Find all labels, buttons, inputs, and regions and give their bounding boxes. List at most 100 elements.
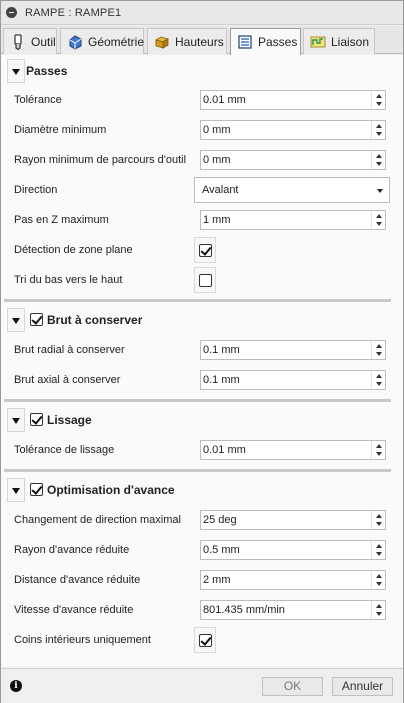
- direction-label: Direction: [14, 184, 58, 196]
- spin-down-icon[interactable]: [376, 552, 382, 556]
- tolerance-input[interactable]: [201, 91, 371, 109]
- collapse-icon[interactable]: [6, 7, 17, 18]
- linking-icon: [310, 36, 326, 48]
- tolerance-field[interactable]: [200, 90, 386, 110]
- spin-down-icon[interactable]: [376, 222, 382, 226]
- collapse-triangle-icon[interactable]: [7, 59, 25, 83]
- spin-up-icon[interactable]: [376, 574, 382, 578]
- tab-passes[interactable]: Passes: [230, 28, 301, 55]
- spin-down-icon[interactable]: [376, 582, 382, 586]
- tab-label: Géométrie: [88, 35, 145, 49]
- tool-icon: [14, 34, 22, 50]
- spin-down-icon[interactable]: [376, 102, 382, 106]
- spinner[interactable]: [371, 441, 385, 459]
- bottom-up-checkbox[interactable]: [199, 274, 212, 287]
- cancel-button[interactable]: Annuler: [332, 677, 393, 696]
- passes-panel: Passes Tolérance Diamètre minimum Rayon …: [1, 55, 403, 667]
- reduced-feed-radius-input[interactable]: [201, 541, 371, 559]
- min-radius-label: Rayon minimum de parcours d'outil: [14, 154, 187, 166]
- spin-down-icon[interactable]: [376, 612, 382, 616]
- reduced-feed-distance-label: Distance d'avance réduite: [14, 574, 141, 586]
- spinner[interactable]: [371, 541, 385, 559]
- spin-up-icon[interactable]: [376, 604, 382, 608]
- spinner[interactable]: [371, 121, 385, 139]
- smoothing-tolerance-input[interactable]: [201, 441, 371, 459]
- min-diameter-input[interactable]: [201, 121, 371, 139]
- spin-up-icon[interactable]: [376, 94, 382, 98]
- reduced-feedrate-field[interactable]: [200, 600, 386, 620]
- reduced-feed-radius-field[interactable]: [200, 540, 386, 560]
- spin-down-icon[interactable]: [376, 132, 382, 136]
- geometry-icon: [69, 35, 82, 50]
- collapse-triangle-icon[interactable]: [7, 478, 25, 502]
- flat-detection-checkbox[interactable]: [199, 244, 212, 257]
- reduced-feedrate-input[interactable]: [201, 601, 371, 619]
- section-smoothing-header[interactable]: Lissage: [7, 408, 397, 432]
- spin-up-icon[interactable]: [376, 544, 382, 548]
- max-direction-change-label: Changement de direction maximal: [14, 514, 181, 526]
- min-radius-field[interactable]: [200, 150, 386, 170]
- spinner[interactable]: [371, 571, 385, 589]
- min-diameter-field[interactable]: [200, 120, 386, 140]
- max-stepdown-input[interactable]: [201, 211, 371, 229]
- spinner[interactable]: [371, 341, 385, 359]
- spin-down-icon[interactable]: [376, 452, 382, 456]
- spin-up-icon[interactable]: [376, 124, 382, 128]
- spin-up-icon[interactable]: [376, 214, 382, 218]
- info-icon[interactable]: i: [10, 680, 22, 692]
- axial-stock-input[interactable]: [201, 371, 371, 389]
- spinner[interactable]: [371, 601, 385, 619]
- direction-value: Avalant: [202, 184, 239, 196]
- spinner[interactable]: [371, 151, 385, 169]
- inner-corners-checkbox-cell: [194, 627, 216, 653]
- min-diameter-label: Diamètre minimum: [14, 124, 107, 136]
- reduced-feed-radius-label: Rayon d'avance réduite: [14, 544, 130, 556]
- feed-optimization-checkbox[interactable]: [30, 483, 43, 496]
- tab-geometrie[interactable]: Géométrie: [60, 28, 144, 54]
- tab-liaison[interactable]: Liaison: [303, 28, 375, 54]
- section-title: Brut à conserver: [47, 313, 143, 327]
- max-direction-change-input[interactable]: [201, 511, 371, 529]
- spin-down-icon[interactable]: [376, 522, 382, 526]
- collapse-triangle-icon[interactable]: [7, 408, 25, 432]
- radial-stock-field[interactable]: [200, 340, 386, 360]
- axial-stock-field[interactable]: [200, 370, 386, 390]
- spinner[interactable]: [371, 371, 385, 389]
- max-stepdown-field[interactable]: [200, 210, 386, 230]
- spin-up-icon[interactable]: [376, 154, 382, 158]
- smoothing-checkbox[interactable]: [30, 413, 43, 426]
- spin-down-icon[interactable]: [376, 162, 382, 166]
- inner-corners-checkbox[interactable]: [199, 634, 212, 647]
- tab-outil[interactable]: Outil: [3, 28, 57, 54]
- section-feed-optimization-header[interactable]: Optimisation d'avance: [7, 478, 397, 502]
- ok-button[interactable]: OK: [262, 677, 323, 696]
- radial-stock-input[interactable]: [201, 341, 371, 359]
- reduced-feed-distance-input[interactable]: [201, 571, 371, 589]
- bottom-up-label: Tri du bas vers le haut: [14, 274, 123, 286]
- stock-to-leave-checkbox[interactable]: [30, 313, 43, 326]
- tab-bar: Outil Géométrie Hauteurs Passes Liaison: [1, 26, 403, 55]
- section-stock-header[interactable]: Brut à conserver: [7, 308, 397, 332]
- reduced-feed-distance-field[interactable]: [200, 570, 386, 590]
- spin-down-icon[interactable]: [376, 352, 382, 356]
- spinner[interactable]: [371, 511, 385, 529]
- spin-up-icon[interactable]: [376, 344, 382, 348]
- window-title: RAMPE : RAMPE1: [25, 7, 122, 19]
- spinner[interactable]: [371, 211, 385, 229]
- max-direction-change-field[interactable]: [200, 510, 386, 530]
- spin-down-icon[interactable]: [376, 382, 382, 386]
- section-passes-header[interactable]: Passes: [7, 59, 397, 83]
- radial-stock-label: Brut radial à conserver: [14, 344, 125, 356]
- spin-up-icon[interactable]: [376, 374, 382, 378]
- direction-select[interactable]: Avalant: [194, 177, 390, 203]
- collapse-triangle-icon[interactable]: [7, 308, 25, 332]
- section-checkbox-cell: [27, 478, 46, 502]
- tab-hauteurs[interactable]: Hauteurs: [147, 28, 227, 54]
- spin-up-icon[interactable]: [376, 444, 382, 448]
- spinner[interactable]: [371, 91, 385, 109]
- title-bar[interactable]: RAMPE : RAMPE1: [1, 1, 403, 25]
- min-radius-input[interactable]: [201, 151, 371, 169]
- spin-up-icon[interactable]: [376, 514, 382, 518]
- smoothing-tolerance-field[interactable]: [200, 440, 386, 460]
- flat-detection-label: Détection de zone plane: [14, 244, 133, 256]
